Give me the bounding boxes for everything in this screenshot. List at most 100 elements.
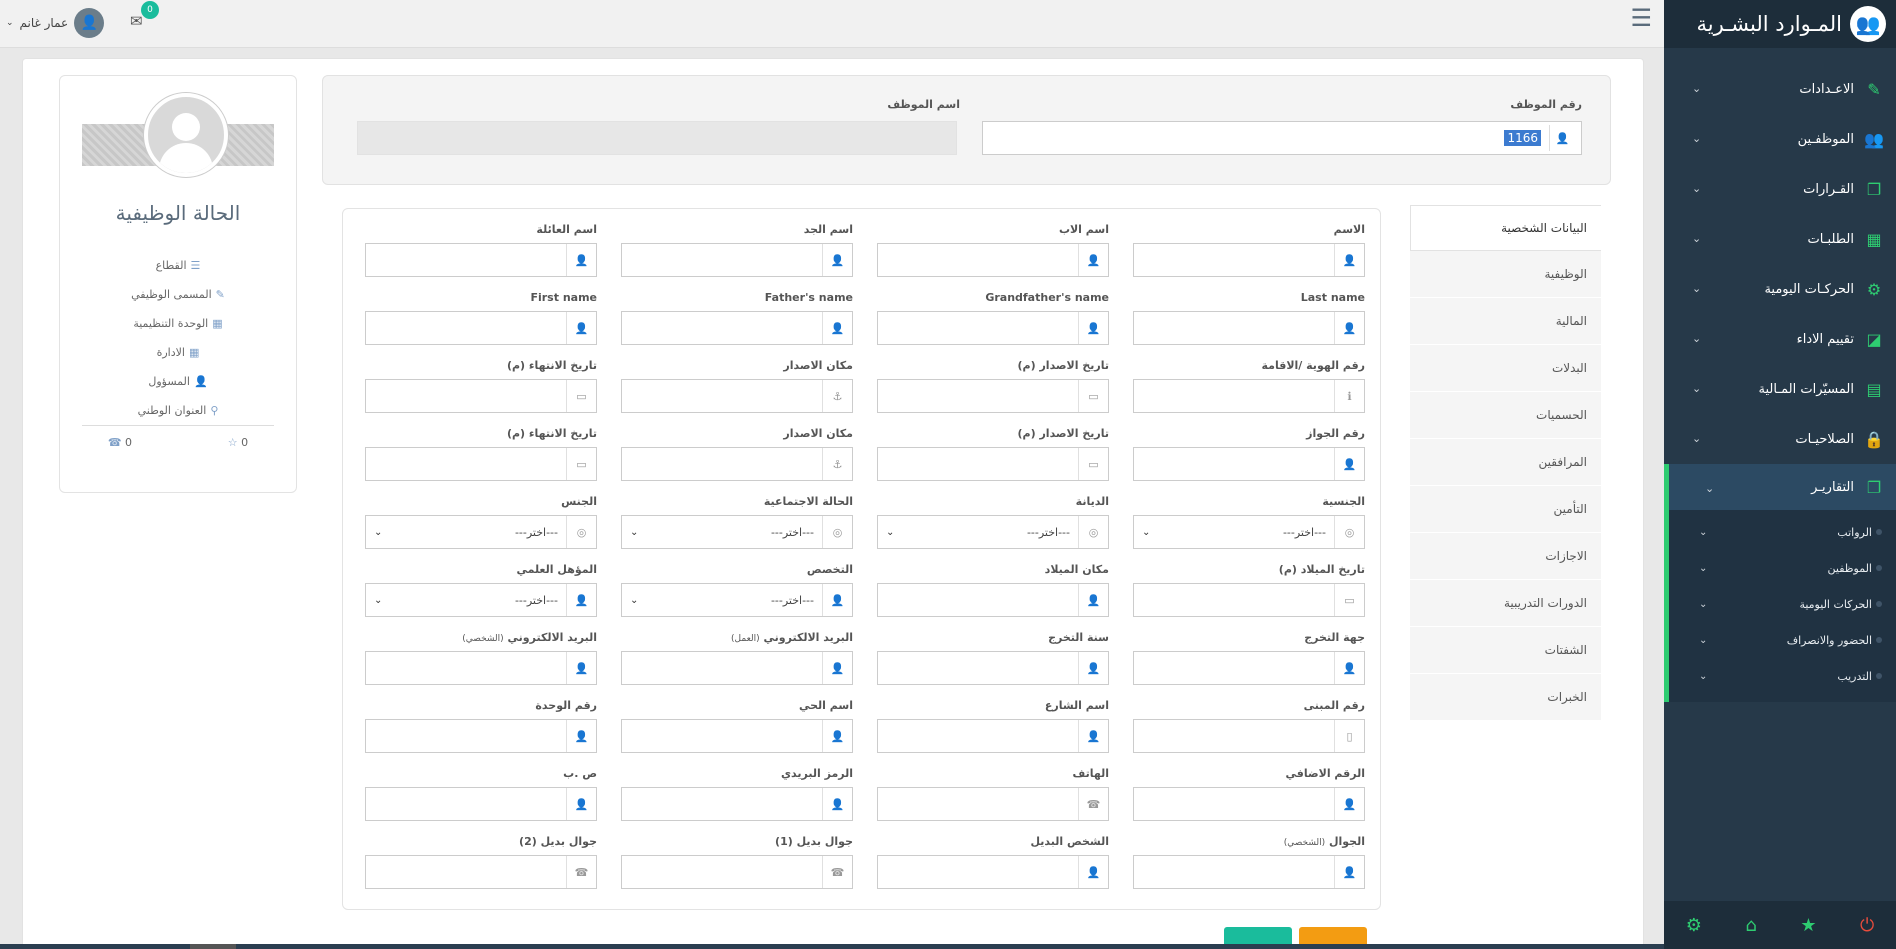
field-label-sub: (الشخصي) (1283, 838, 1326, 848)
text-input[interactable]: 👤 (1133, 651, 1365, 685)
field-label-text: ص .ب (563, 767, 597, 780)
text-input[interactable]: 👤 (877, 311, 1109, 345)
form-field: الحالة الاجتماعية ◎ ---اختر--- ⌄ (621, 495, 853, 563)
text-input[interactable]: 👤 (621, 787, 853, 821)
text-input[interactable]: 👤 (621, 719, 853, 753)
select-field[interactable]: ◎ ---اختر--- ⌄ (621, 515, 853, 549)
tab[interactable]: الاجازات (1410, 533, 1601, 580)
text-input[interactable]: 👤 (877, 651, 1109, 685)
text-input[interactable]: ℹ (1133, 379, 1365, 413)
field-label: Last name (1301, 291, 1365, 304)
tab[interactable]: المرافقين (1410, 439, 1601, 486)
phone-icon: ☎ (1078, 788, 1108, 820)
tab[interactable]: الدورات التدريبية (1410, 580, 1601, 627)
text-input[interactable]: 👤 (1133, 243, 1365, 277)
text-input[interactable]: 👤 (1133, 311, 1365, 345)
text-input[interactable]: ▯ (1133, 719, 1365, 753)
tab[interactable]: البدلات (1410, 345, 1601, 392)
text-input[interactable]: ▭ (365, 447, 597, 481)
text-input[interactable]: 👤 (877, 719, 1109, 753)
text-input[interactable]: 👤 (621, 651, 853, 685)
text-input[interactable]: ▭ (365, 379, 597, 413)
tab[interactable]: التأمين (1410, 486, 1601, 533)
submenu-item[interactable]: ⌄ الموظفين (1669, 550, 1896, 586)
field-label-text: تاريخ الاصدار (م) (1017, 427, 1109, 440)
text-input[interactable]: 👤 (621, 243, 853, 277)
file-icon: ▤ (1866, 379, 1882, 399)
submenu-item-label: التدريب (1837, 669, 1872, 683)
text-input[interactable]: 👤 (1133, 855, 1365, 889)
tab[interactable]: الوظيفية (1410, 251, 1601, 298)
hamburger-menu-icon[interactable]: ☰ (1630, 4, 1652, 32)
select-field[interactable]: ◎ ---اختر--- ⌄ (877, 515, 1109, 549)
employee-number-input[interactable]: 1166 👤 (982, 121, 1582, 155)
employee-name-label: اسم الموظف (887, 98, 960, 111)
horizontal-scrollbar[interactable] (0, 944, 1664, 949)
tab[interactable]: الشفتات (1410, 627, 1601, 674)
tab[interactable]: الخبرات (1410, 674, 1601, 721)
sidebar-item[interactable]: ⌄ القـرارات ❐ (1664, 164, 1896, 214)
employee-number-label: رقم الموظف (1510, 98, 1582, 111)
text-input[interactable]: ▭ (877, 379, 1109, 413)
text-input[interactable]: 👤 (365, 651, 597, 685)
anchor-icon: ⚓ (822, 448, 852, 480)
user-icon: 👤 (822, 584, 852, 616)
text-input[interactable]: 👤 (877, 855, 1109, 889)
text-input[interactable]: 👤 (365, 719, 597, 753)
text-input[interactable]: 👤 (365, 311, 597, 345)
text-input[interactable]: 👤 (1133, 447, 1365, 481)
field-label-text: جهة التخرج (1304, 631, 1365, 644)
text-input[interactable]: ⚓ (621, 379, 853, 413)
field-label-text: البريد الالكتروني (763, 631, 853, 644)
sidebar-item[interactable]: ⌄ الاعـدادات ✎ (1664, 64, 1896, 114)
sidebar-item[interactable]: ⌄ الطلبـات ▦ (1664, 214, 1896, 264)
text-input[interactable]: ☎ (877, 787, 1109, 821)
chevron-down-icon: ⌄ (630, 594, 639, 606)
text-input[interactable]: 👤 (365, 787, 597, 821)
text-input[interactable]: 👤 (1133, 787, 1365, 821)
submenu-item[interactable]: ⌄ الحضور والانصراف (1669, 622, 1896, 658)
field-label: رقم الهوية /الاقامة (1262, 359, 1365, 372)
text-input[interactable]: 👤 (877, 243, 1109, 277)
submenu-item[interactable]: ⌄ الحركات اليومية (1669, 586, 1896, 622)
select-field[interactable]: ◎ ---اختر--- ⌄ (365, 515, 597, 549)
select-field[interactable]: ◎ ---اختر--- ⌄ (1133, 515, 1365, 549)
text-input[interactable]: 👤 (621, 311, 853, 345)
tab[interactable]: المالية (1410, 298, 1601, 345)
text-input[interactable]: 👤 (877, 583, 1109, 617)
text-input[interactable]: ⚓ (621, 447, 853, 481)
user-name: عمار غانم (19, 16, 69, 30)
brand[interactable]: المـوارد البشـرية 👥 (1664, 0, 1896, 48)
text-input[interactable]: ▭ (1133, 583, 1365, 617)
sidebar-item[interactable]: ⌄ الموظفـين 👥 (1664, 114, 1896, 164)
select-field[interactable]: 👤 ---اختر--- ⌄ (621, 583, 853, 617)
text-input[interactable]: ☎ (365, 855, 597, 889)
user-menu[interactable]: ⌄ عمار غانم 👤 (6, 8, 105, 38)
field-label-text: تاريخ الاصدار (م) (1017, 359, 1109, 372)
submenu-item[interactable]: ⌄ الرواتب (1669, 514, 1896, 550)
sidebar-item[interactable]: ⌄ الصلاحيـات 🔒 (1664, 414, 1896, 464)
sidebar-item[interactable]: ⌄ المسيّرات المـالية ▤ (1664, 364, 1896, 414)
power-icon[interactable]: ⏻ (1860, 915, 1874, 936)
text-input[interactable]: ☎ (621, 855, 853, 889)
submenu-item[interactable]: ⌄ التدريب (1669, 658, 1896, 694)
sidebar-item[interactable]: ⌄ تقييم الاداء ◪ (1664, 314, 1896, 364)
users-logo-icon: 👥 (1850, 6, 1886, 42)
mail-icon[interactable]: ✉ (130, 12, 143, 30)
tab[interactable]: البيانات الشخصية (1410, 205, 1601, 251)
field-label-text: الرقم الاضافي (1285, 767, 1365, 780)
scrollbar-thumb[interactable] (190, 944, 236, 949)
employee-number-value: 1166 (1504, 130, 1541, 146)
form-field: تاريخ الميلاد (م) ▭ (1133, 563, 1365, 631)
star-icon[interactable]: ★ (1800, 915, 1816, 936)
sidebar-item-reports[interactable]: ⌄ التقاريـر ❐ (1664, 464, 1896, 510)
tab[interactable]: الحسميات (1410, 392, 1601, 439)
text-input[interactable]: ▭ (877, 447, 1109, 481)
field-label-text: اسم الجد (803, 223, 853, 236)
sidebar-item[interactable]: ⌄ الحركـات اليومية ⚙ (1664, 264, 1896, 314)
text-input[interactable]: 👤 (365, 243, 597, 277)
home-icon[interactable]: ⌂ (1745, 915, 1756, 936)
settings-icon[interactable]: ⚙ (1686, 915, 1702, 936)
user-icon: 👤 (1078, 652, 1108, 684)
select-field[interactable]: 👤 ---اختر--- ⌄ (365, 583, 597, 617)
